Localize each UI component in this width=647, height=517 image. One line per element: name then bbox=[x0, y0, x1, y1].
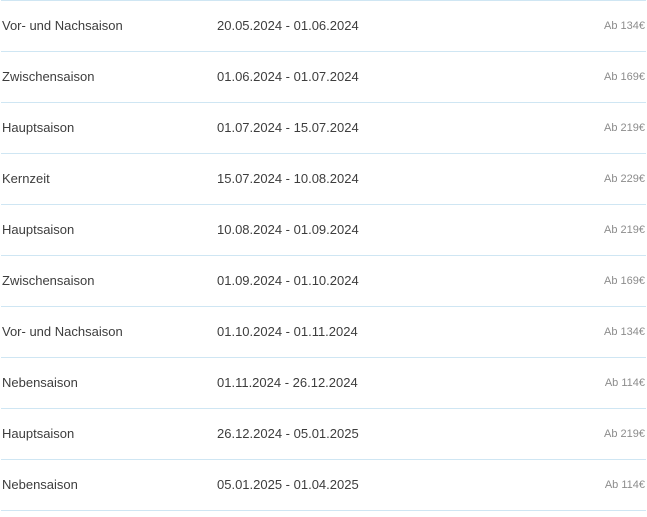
table-row: Zwischensaison 01.09.2024 - 01.10.2024 A… bbox=[1, 256, 646, 307]
table-row: Kernzeit 15.07.2024 - 10.08.2024 Ab 229€ bbox=[1, 154, 646, 205]
season-dates: 20.05.2024 - 01.06.2024 bbox=[217, 18, 359, 33]
season-price: Ab 169€ bbox=[604, 71, 645, 83]
season-name: Vor- und Nachsaison bbox=[2, 18, 123, 33]
season-name: Nebensaison bbox=[2, 375, 78, 390]
season-dates: 15.07.2024 - 10.08.2024 bbox=[217, 171, 359, 186]
season-dates: 01.07.2024 - 15.07.2024 bbox=[217, 120, 359, 135]
season-dates: 01.11.2024 - 26.12.2024 bbox=[217, 375, 358, 390]
season-name: Hauptsaison bbox=[2, 120, 75, 135]
season-price: Ab 114€ bbox=[604, 377, 645, 389]
season-name: Vor- und Nachsaison bbox=[2, 324, 123, 339]
table-row: Nebensaison 05.01.2025 - 01.04.2025 Ab 1… bbox=[1, 460, 646, 511]
season-price: Ab 229€ bbox=[604, 173, 645, 185]
season-price: Ab 134€ bbox=[604, 326, 645, 338]
season-dates: 10.08.2024 - 01.09.2024 bbox=[217, 222, 359, 237]
table-row: Vor- und Nachsaison 01.10.2024 - 01.11.2… bbox=[1, 307, 646, 358]
table-row: Zwischensaison 01.06.2024 - 01.07.2024 A… bbox=[1, 52, 646, 103]
season-name: Zwischensaison bbox=[2, 69, 95, 84]
season-dates: 01.06.2024 - 01.07.2024 bbox=[217, 69, 359, 84]
table-row: Hauptsaison 26.12.2024 - 05.01.2025 Ab 2… bbox=[1, 409, 646, 460]
season-price: Ab 219€ bbox=[604, 224, 645, 236]
table-row: Nebensaison 01.11.2024 - 26.12.2024 Ab 1… bbox=[1, 358, 646, 409]
season-name: Kernzeit bbox=[2, 171, 50, 186]
season-dates: 01.09.2024 - 01.10.2024 bbox=[217, 273, 359, 288]
season-price: Ab 134€ bbox=[604, 20, 645, 32]
season-name: Zwischensaison bbox=[2, 273, 95, 288]
season-price: Ab 169€ bbox=[604, 275, 645, 287]
season-dates: 26.12.2024 - 05.01.2025 bbox=[217, 426, 359, 441]
table-row: Hauptsaison 01.07.2024 - 15.07.2024 Ab 2… bbox=[1, 103, 646, 154]
table-row: Hauptsaison 10.08.2024 - 01.09.2024 Ab 2… bbox=[1, 205, 646, 256]
season-price-table: Vor- und Nachsaison 20.05.2024 - 01.06.2… bbox=[1, 0, 646, 511]
season-dates: 01.10.2024 - 01.11.2024 bbox=[217, 324, 358, 339]
season-dates: 05.01.2025 - 01.04.2025 bbox=[217, 477, 359, 492]
table-row: Vor- und Nachsaison 20.05.2024 - 01.06.2… bbox=[1, 0, 646, 52]
season-name: Hauptsaison bbox=[2, 222, 75, 237]
season-name: Hauptsaison bbox=[2, 426, 75, 441]
season-name: Nebensaison bbox=[2, 477, 78, 492]
season-price: Ab 114€ bbox=[604, 479, 645, 491]
season-price: Ab 219€ bbox=[604, 122, 645, 134]
season-price: Ab 219€ bbox=[604, 428, 645, 440]
